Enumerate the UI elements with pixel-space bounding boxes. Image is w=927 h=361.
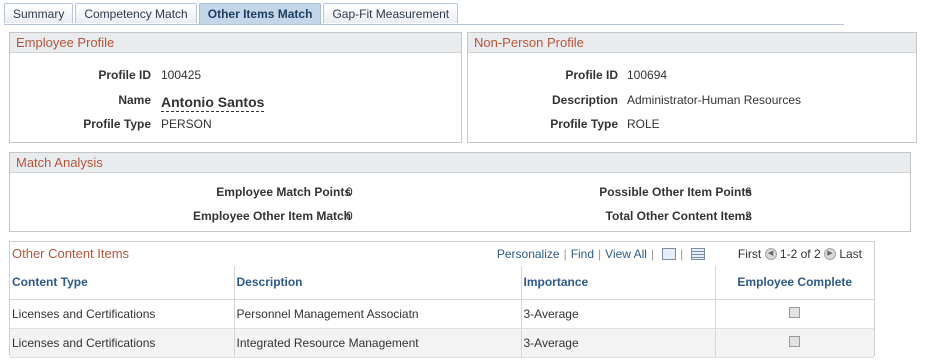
cell-content-type: Licenses and Certifications [10,299,235,329]
total-items-value: 2 [745,209,752,223]
total-items-label: Total Other Content Items [605,209,752,223]
cell-importance: 3-Average [521,299,716,329]
employee-profile-id-value: 100425 [161,68,202,82]
tab-summary[interactable]: Summary [4,3,74,23]
employee-name-value[interactable]: Antonio Santos [161,94,265,112]
emp-other-item-match-label: Employee Other Item Match [192,209,351,223]
non-person-profile-id-label: Profile ID [565,68,618,82]
previous-arrow-icon[interactable]: ◀ [764,247,777,260]
non-person-profile-title: Non-Person Profile [468,33,916,53]
non-person-profile-box: Non-Person Profile Profile ID 100694 Des… [467,32,917,143]
row-range: 1-2 of 2 [779,247,821,261]
match-analysis-box: Match Analysis Employee Match Points 0 E… [9,152,911,232]
non-person-profile-type-value: ROLE [627,117,660,131]
possible-points-label: Possible Other Item Points [599,185,752,199]
employee-profile-type-value: PERSON [161,117,212,131]
emp-match-points-label: Employee Match Points [216,185,351,199]
tab-competency-match[interactable]: Competency Match [75,3,197,23]
cell-description: Integrated Resource Management [234,328,522,358]
personalize-link[interactable]: Personalize [497,247,560,261]
cell-employee-complete [715,328,874,358]
tab-other-items-match[interactable]: Other Items Match [198,3,322,25]
first-label[interactable]: First [738,247,761,261]
cell-description: Personnel Management Associatn [234,299,522,329]
non-person-profile-type-label: Profile Type [550,117,618,131]
non-person-profile-id-value: 100694 [627,68,668,82]
tab-divider [4,24,844,25]
cell-importance: 3-Average [521,328,716,358]
non-person-description-value: Administrator-Human Resources [627,93,802,107]
col-importance[interactable]: Importance [521,266,716,300]
grid-toolbar: Personalize | Find | View All | | First ◀ 1-2 … [496,247,862,261]
other-content-table: Content Type Description Importance Empl… [10,266,874,358]
last-label[interactable]: Last [839,247,862,261]
employee-profile-title: Employee Profile [10,33,461,53]
match-analysis-title: Match Analysis [10,153,910,173]
non-person-description-label: Description [551,93,618,107]
employee-name-label: Name [118,93,151,107]
next-arrow-icon[interactable]: ▶ [823,247,836,260]
find-link[interactable]: Find [571,247,594,261]
employee-profile-box: Employee Profile Profile ID 100425 Name … [9,32,462,143]
emp-match-points-value: 0 [346,185,353,199]
other-content-title: Other Content Items [12,246,130,261]
employee-profile-id-label: Profile ID [98,68,151,82]
employee-complete-checkbox[interactable] [789,306,801,318]
cell-employee-complete [715,299,874,329]
other-content-grid: Other Content Items Personalize | Find | Vie… [9,241,875,358]
tab-bar: Summary Competency Match Other Items Mat… [4,3,460,25]
spreadsheet-icon[interactable] [691,247,706,260]
col-description[interactable]: Description [234,266,522,300]
col-employee-complete[interactable]: Employee Complete [715,266,874,300]
table-header-row: Content Type Description Importance Empl… [10,266,874,300]
employee-profile-type-label: Profile Type [83,117,151,131]
employee-complete-checkbox[interactable] [789,335,801,347]
view-all-link[interactable]: View All [605,247,647,261]
table-row: Licenses and Certifications Integrated R… [10,328,874,358]
cell-content-type: Licenses and Certifications [10,328,235,358]
tab-gap-fit-measurement[interactable]: Gap-Fit Measurement [323,3,459,23]
download-icon[interactable] [662,247,677,260]
col-content-type[interactable]: Content Type [10,266,235,300]
possible-points-value: 6 [745,185,752,199]
table-row: Licenses and Certifications Personnel Ma… [10,299,874,329]
emp-other-item-match-value: 0 [346,209,353,223]
